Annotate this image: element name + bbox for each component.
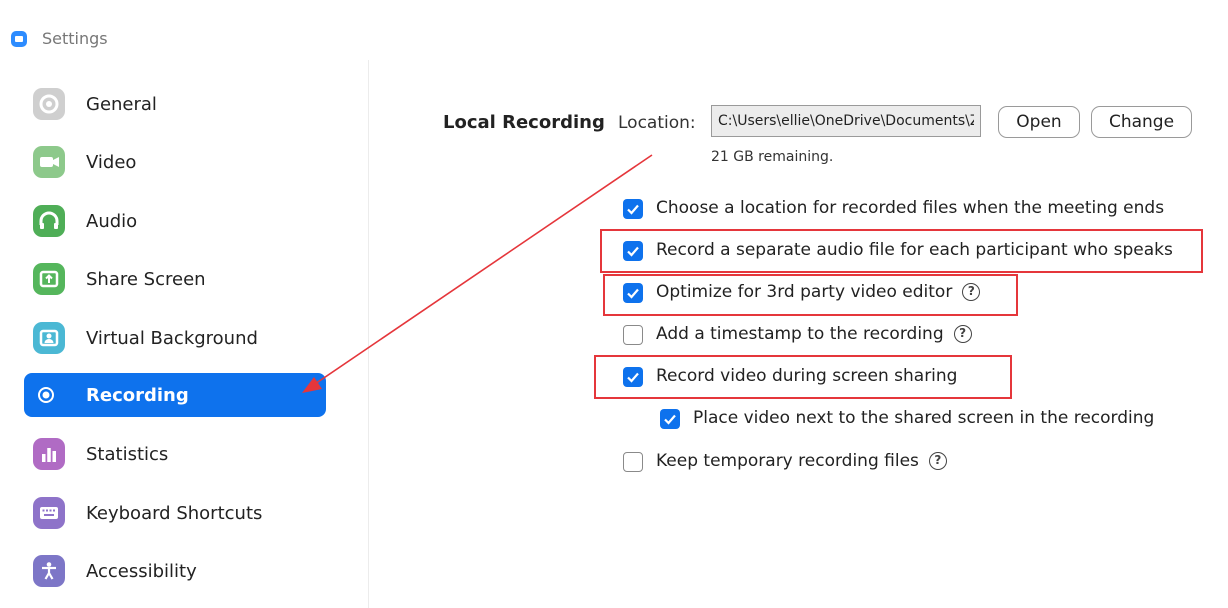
- headphones-icon: [33, 205, 65, 237]
- sidebar-item-label: General: [86, 94, 157, 115]
- record-icon: [33, 379, 65, 411]
- help-icon[interactable]: ?: [953, 325, 972, 343]
- sidebar-item-label: Virtual Background: [86, 328, 258, 349]
- checkbox-checked[interactable]: [623, 199, 643, 219]
- sidebar-item-recording[interactable]: Recording: [24, 373, 326, 417]
- sidebar-item-label: Keyboard Shortcuts: [86, 503, 263, 524]
- annotation-highlight-box: [603, 274, 1018, 316]
- accessibility-icon: [33, 555, 65, 587]
- title-bar: Settings: [0, 0, 1228, 60]
- open-folder-button[interactable]: Open: [998, 106, 1080, 138]
- person-icon: [33, 322, 65, 354]
- storage-remaining: 21 GB remaining.: [711, 149, 834, 165]
- window-title: Settings: [42, 29, 108, 48]
- option-label: Add a timestamp to the recording: [656, 324, 944, 344]
- option-label: Place video next to the shared screen in…: [693, 408, 1155, 428]
- sidebar-item-label: Audio: [86, 211, 138, 232]
- sidebar-item-general[interactable]: General: [24, 82, 326, 126]
- local-recording-title: Local Recording: [443, 112, 605, 133]
- bar-chart-icon: [33, 438, 65, 470]
- sidebar-item-audio[interactable]: Audio: [24, 199, 326, 243]
- sidebar-item-label: Share Screen: [86, 269, 206, 290]
- checkbox-unchecked[interactable]: [623, 452, 643, 472]
- location-field[interactable]: [711, 105, 981, 137]
- settings-sidebar: General Video Audio Share Screen Virtual…: [0, 60, 369, 608]
- help-icon[interactable]: ?: [928, 452, 947, 470]
- annotation-highlight-box: [600, 229, 1203, 273]
- checkbox-unchecked[interactable]: [623, 325, 643, 345]
- zoom-logo-icon: [11, 31, 27, 47]
- sidebar-item-label: Recording: [86, 385, 189, 406]
- share-screen-icon: [33, 263, 65, 295]
- sidebar-item-share-screen[interactable]: Share Screen: [24, 257, 326, 301]
- sidebar-item-label: Accessibility: [86, 561, 197, 582]
- sidebar-item-label: Statistics: [86, 444, 169, 465]
- location-label: Location:: [618, 113, 696, 133]
- sidebar-item-statistics[interactable]: Statistics: [24, 432, 326, 476]
- sidebar-item-label: Video: [86, 152, 137, 173]
- option-label: Choose a location for recorded files whe…: [656, 198, 1165, 218]
- gear-icon: [33, 88, 65, 120]
- sidebar-item-accessibility[interactable]: Accessibility: [24, 549, 326, 593]
- change-folder-button[interactable]: Change: [1091, 106, 1192, 138]
- checkbox-checked[interactable]: [660, 409, 680, 429]
- sidebar-item-virtual-background[interactable]: Virtual Background: [24, 316, 326, 360]
- sidebar-item-video[interactable]: Video: [24, 140, 326, 184]
- annotation-highlight-box: [594, 355, 1012, 399]
- keyboard-icon: [33, 497, 65, 529]
- sidebar-item-keyboard-shortcuts[interactable]: Keyboard Shortcuts: [24, 491, 326, 535]
- option-label: Keep temporary recording files: [656, 451, 919, 471]
- video-camera-icon: [33, 146, 65, 178]
